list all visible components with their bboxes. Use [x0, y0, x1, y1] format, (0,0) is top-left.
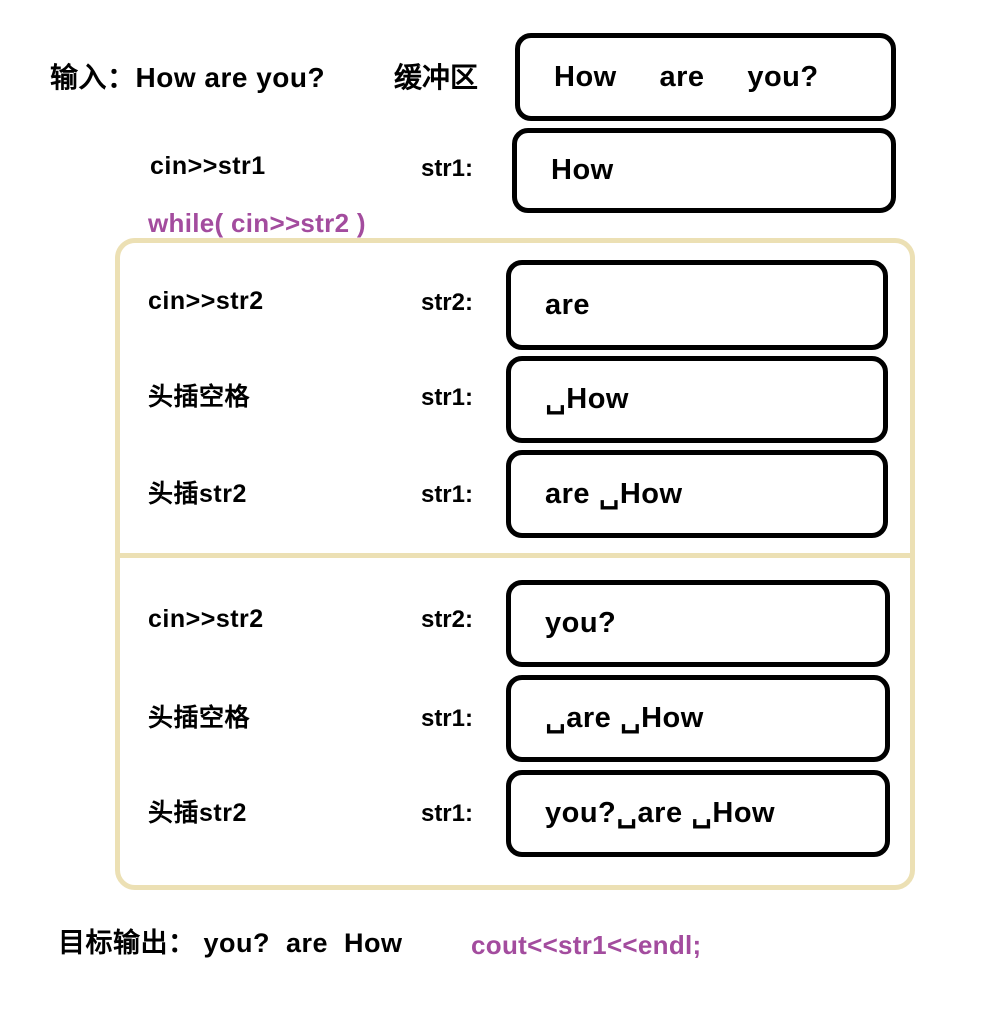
- value-box-str1-init-text: How: [551, 154, 614, 186]
- iter1-value-box-str2-text: are: [545, 288, 591, 321]
- goal-output-label: 目标输出： you? are How: [58, 928, 403, 958]
- iter1-value-box-str2: are: [506, 260, 888, 350]
- iter2-value-box-str1-space-text: ␣are ␣How: [545, 702, 704, 734]
- iter2-step-label-cin-str2: cin>>str2: [148, 605, 264, 633]
- iter1-value-box-str1-str2: are ␣How: [506, 450, 888, 538]
- iter2-step-label-insert-space: 头插空格: [148, 704, 251, 732]
- iter2-var-label-str2: str2:: [420, 606, 473, 633]
- iter1-step-label-insert-str2: 头插str2: [148, 480, 247, 508]
- diagram-canvas: 输入：How are you? 缓冲区 How are you? cin>>st…: [0, 0, 999, 1021]
- iter1-var-label-str1-str2: str1:: [420, 481, 473, 508]
- value-box-str1-init: How: [512, 128, 896, 213]
- buffer-label: 缓冲区: [394, 62, 479, 93]
- iter1-var-label-str2: str2:: [420, 289, 473, 316]
- while-header-label: while( cin>>str2 ): [148, 208, 366, 238]
- iter1-value-box-str1-space-text: ␣How: [545, 383, 629, 415]
- iter1-value-box-str1-space: ␣How: [506, 356, 888, 443]
- iter2-var-label-str1-str2: str1:: [420, 800, 473, 827]
- iter2-value-box-str1-space: ␣are ␣How: [506, 675, 890, 762]
- iter1-var-label-str1-space: str1:: [420, 384, 473, 411]
- iter2-var-label-str1-space: str1:: [420, 705, 473, 732]
- input-label: 输入：How are you?: [50, 62, 326, 93]
- iter1-step-label-cin-str2: cin>>str2: [148, 287, 264, 315]
- iter1-step-label-insert-space: 头插空格: [148, 383, 251, 411]
- step-label-cin-str1: cin>>str1: [150, 152, 266, 180]
- iter2-value-box-str2-text: you?: [545, 607, 617, 639]
- iter1-value-box-str1-str2-text: are ␣How: [545, 477, 683, 510]
- buffer-box-value: How are you?: [554, 60, 819, 93]
- buffer-box: How are you?: [515, 33, 896, 121]
- cout-code-label: cout<<str1<<endl;: [471, 930, 702, 960]
- iter2-value-box-str1-str2-text: you?␣are ␣How: [545, 797, 776, 829]
- iter2-value-box-str1-str2: you?␣are ␣How: [506, 770, 890, 857]
- var-label-str1-init: str1:: [420, 155, 473, 182]
- iteration-divider: [115, 553, 915, 558]
- iter2-value-box-str2: you?: [506, 580, 890, 667]
- iter2-step-label-insert-str2: 头插str2: [148, 799, 247, 827]
